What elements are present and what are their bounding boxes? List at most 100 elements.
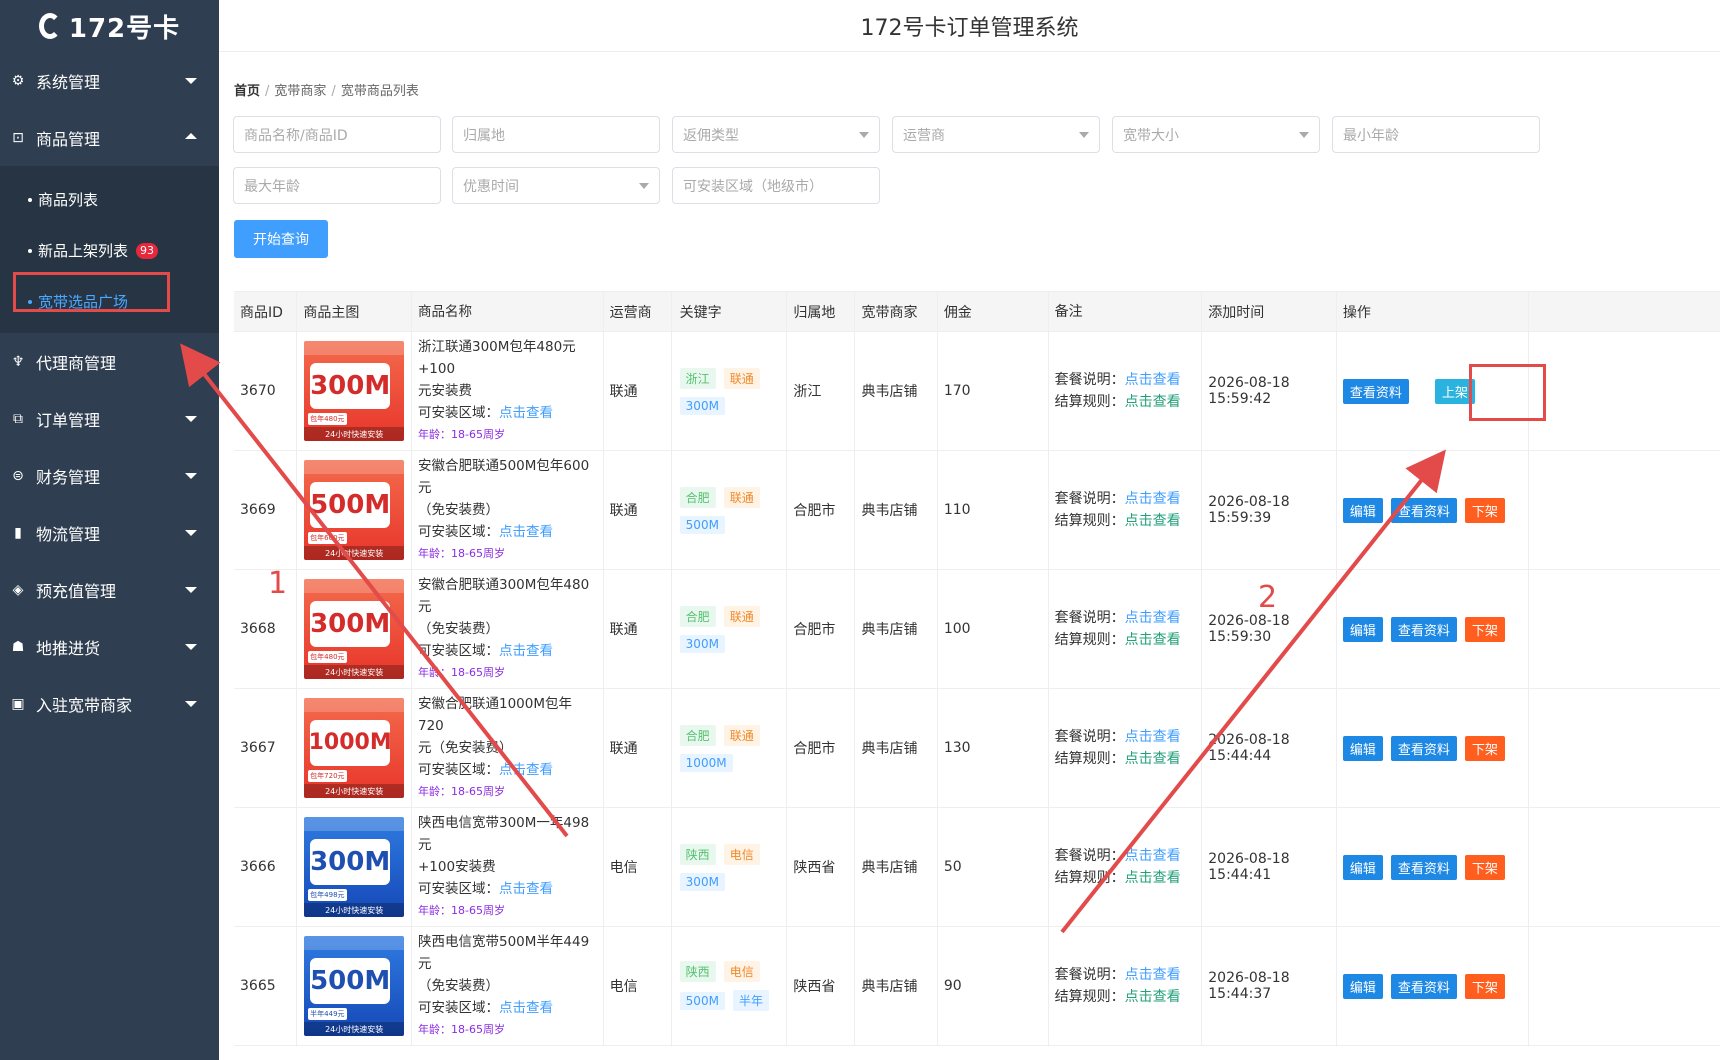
take-off-shelf-button[interactable]: 下架	[1464, 616, 1505, 642]
edit-button[interactable]: 编辑	[1342, 735, 1383, 761]
cell-keywords: 合肥 联通 500M	[672, 451, 788, 569]
install-label: 可安装区域：	[417, 524, 499, 540]
package-link[interactable]: 点击查看	[1125, 491, 1181, 507]
note-pkg-label: 套餐说明：	[1054, 967, 1125, 983]
operator-select[interactable]: 运营商	[892, 116, 1100, 153]
settlement-link[interactable]: 点击查看	[1125, 870, 1181, 886]
keyword-tag: 半年	[732, 990, 769, 1011]
product-thumbnail[interactable]: 300M 包年498元 24小时快速安装	[304, 817, 405, 917]
cell-location: 陕西省	[787, 927, 856, 1045]
placeholder: 宽带大小	[1123, 127, 1179, 144]
menu-ground-push[interactable]: ☗ 地推进货	[0, 618, 219, 675]
take-off-shelf-button[interactable]: 下架	[1464, 735, 1505, 761]
cell-id: 3666	[234, 808, 298, 926]
menu-label: 物流管理	[36, 524, 101, 544]
settlement-link[interactable]: 点击查看	[1125, 632, 1181, 648]
package-link[interactable]: 点击查看	[1125, 729, 1181, 745]
thumb-speed: 500M	[310, 966, 391, 996]
product-name-input[interactable]: 商品名称/商品ID	[233, 116, 441, 153]
cell-operator: 电信	[604, 808, 672, 926]
settlement-link[interactable]: 点击查看	[1125, 394, 1181, 410]
product-thumbnail[interactable]: 500M 半年449元 24小时快速安装	[304, 936, 405, 1036]
menu-broadband-merchant[interactable]: ▣ 入驻宽带商家	[0, 675, 219, 732]
view-details-button[interactable]: 查看资料	[1342, 378, 1409, 404]
edit-button[interactable]: 编辑	[1342, 973, 1383, 999]
take-off-shelf-button[interactable]: 下架	[1464, 854, 1505, 880]
keyword-tag: 合肥	[679, 724, 716, 746]
take-off-shelf-button[interactable]: 下架	[1464, 497, 1505, 523]
install-area-link[interactable]: 点击查看	[499, 405, 553, 421]
install-area-input[interactable]: 可安装区域（地级市）	[672, 167, 880, 204]
max-age-input[interactable]: 最大年龄	[233, 167, 441, 204]
view-details-button[interactable]: 查看资料	[1390, 973, 1457, 999]
cell-keywords: 合肥 联通 300M	[672, 570, 788, 688]
product-name-line2: 元（免安装费）	[417, 740, 513, 756]
menu-agent[interactable]: ♆ 代理商管理	[0, 333, 219, 390]
package-link[interactable]: 点击查看	[1125, 372, 1181, 388]
cell-shop: 典韦店铺	[855, 570, 938, 688]
view-details-button[interactable]: 查看资料	[1390, 497, 1457, 523]
header-cell: 商品名称	[412, 292, 604, 331]
settlement-link[interactable]: 点击查看	[1125, 513, 1181, 529]
view-details-button[interactable]: 查看资料	[1390, 854, 1457, 880]
bandwidth-select[interactable]: 宽带大小	[1112, 116, 1320, 153]
keyword-tag: 300M	[679, 634, 725, 653]
cell-operator: 联通	[604, 332, 672, 450]
menu-order[interactable]: ⧉ 订单管理	[0, 390, 219, 447]
cell-note: 套餐说明：点击查看 结算规则：点击查看	[1049, 451, 1203, 569]
product-thumbnail[interactable]: 500M 包年600元 24小时快速安装	[304, 460, 405, 560]
menu-system[interactable]: ⚙ 系统管理	[0, 52, 219, 109]
submenu-new-products[interactable]: 新品上架列表 93	[0, 225, 219, 276]
settlement-link[interactable]: 点击查看	[1125, 751, 1181, 767]
note-pkg-label: 套餐说明：	[1054, 848, 1125, 864]
cell-location: 陕西省	[787, 808, 856, 926]
cell-image: 1000M 包年720元 24小时快速安装	[297, 689, 412, 807]
submenu-product-list[interactable]: 商品列表	[0, 174, 219, 225]
min-age-input[interactable]: 最小年龄	[1332, 116, 1540, 153]
menu-logistics[interactable]: ▮ 物流管理	[0, 504, 219, 561]
install-area-link[interactable]: 点击查看	[499, 881, 553, 897]
package-link[interactable]: 点击查看	[1125, 848, 1181, 864]
product-thumbnail[interactable]: 300M 包年480元 24小时快速安装	[304, 579, 405, 679]
breadcrumb-merchant[interactable]: 宽带商家	[274, 84, 326, 99]
region-input[interactable]: 归属地	[452, 116, 660, 153]
row-filler	[1529, 332, 1720, 450]
view-details-button[interactable]: 查看资料	[1390, 616, 1457, 642]
cell-keywords: 浙江 联通 300M	[672, 332, 788, 450]
keyword-tag: 浙江	[679, 367, 716, 389]
menu-finance[interactable]: ⊜ 财务管理	[0, 447, 219, 504]
edit-button[interactable]: 编辑	[1342, 854, 1383, 880]
cell-image: 500M 半年449元 24小时快速安装	[297, 927, 412, 1045]
breadcrumb: 首页 / 宽带商家 / 宽带商品列表	[234, 84, 419, 99]
package-link[interactable]: 点击查看	[1125, 610, 1181, 626]
view-details-button[interactable]: 查看资料	[1390, 735, 1457, 761]
menu-label: 系统管理	[36, 72, 101, 92]
menu-label: 地推进货	[36, 638, 101, 658]
settlement-link[interactable]: 点击查看	[1125, 989, 1181, 1005]
count-badge: 93	[136, 242, 159, 259]
menu-product[interactable]: ⊡ 商品管理	[0, 109, 219, 166]
keyword-tag: 合肥	[679, 486, 716, 508]
search-button[interactable]: 开始查询	[234, 220, 328, 258]
commission-type-select[interactable]: 返佣类型	[672, 116, 880, 153]
product-thumbnail[interactable]: 300M 包年480元 24小时快速安装	[304, 341, 405, 441]
install-area-link[interactable]: 点击查看	[499, 762, 553, 778]
product-icon: ⊡	[12, 129, 24, 146]
highlight-frame-sidebar	[13, 272, 170, 312]
cell-time: 2026-08-18 15:59:39	[1202, 451, 1337, 569]
cell-shop: 典韦店铺	[855, 808, 938, 926]
menu-prepaid[interactable]: ◈ 预充值管理	[0, 561, 219, 618]
promo-time-select[interactable]: 优惠时间	[452, 167, 660, 204]
product-thumbnail[interactable]: 1000M 包年720元 24小时快速安装	[304, 698, 405, 798]
edit-button[interactable]: 编辑	[1342, 497, 1383, 523]
breadcrumb-home[interactable]: 首页	[234, 84, 260, 99]
package-link[interactable]: 点击查看	[1125, 967, 1181, 983]
install-area-link[interactable]: 点击查看	[499, 524, 553, 540]
install-area-link[interactable]: 点击查看	[499, 1000, 553, 1016]
cell-note: 套餐说明：点击查看 结算规则：点击查看	[1049, 689, 1203, 807]
edit-button[interactable]: 编辑	[1342, 616, 1383, 642]
cell-note: 套餐说明：点击查看 结算规则：点击查看	[1049, 570, 1203, 688]
age-range: 年龄：18-65周岁	[417, 785, 505, 798]
take-off-shelf-button[interactable]: 下架	[1464, 973, 1505, 999]
install-area-link[interactable]: 点击查看	[499, 643, 553, 659]
